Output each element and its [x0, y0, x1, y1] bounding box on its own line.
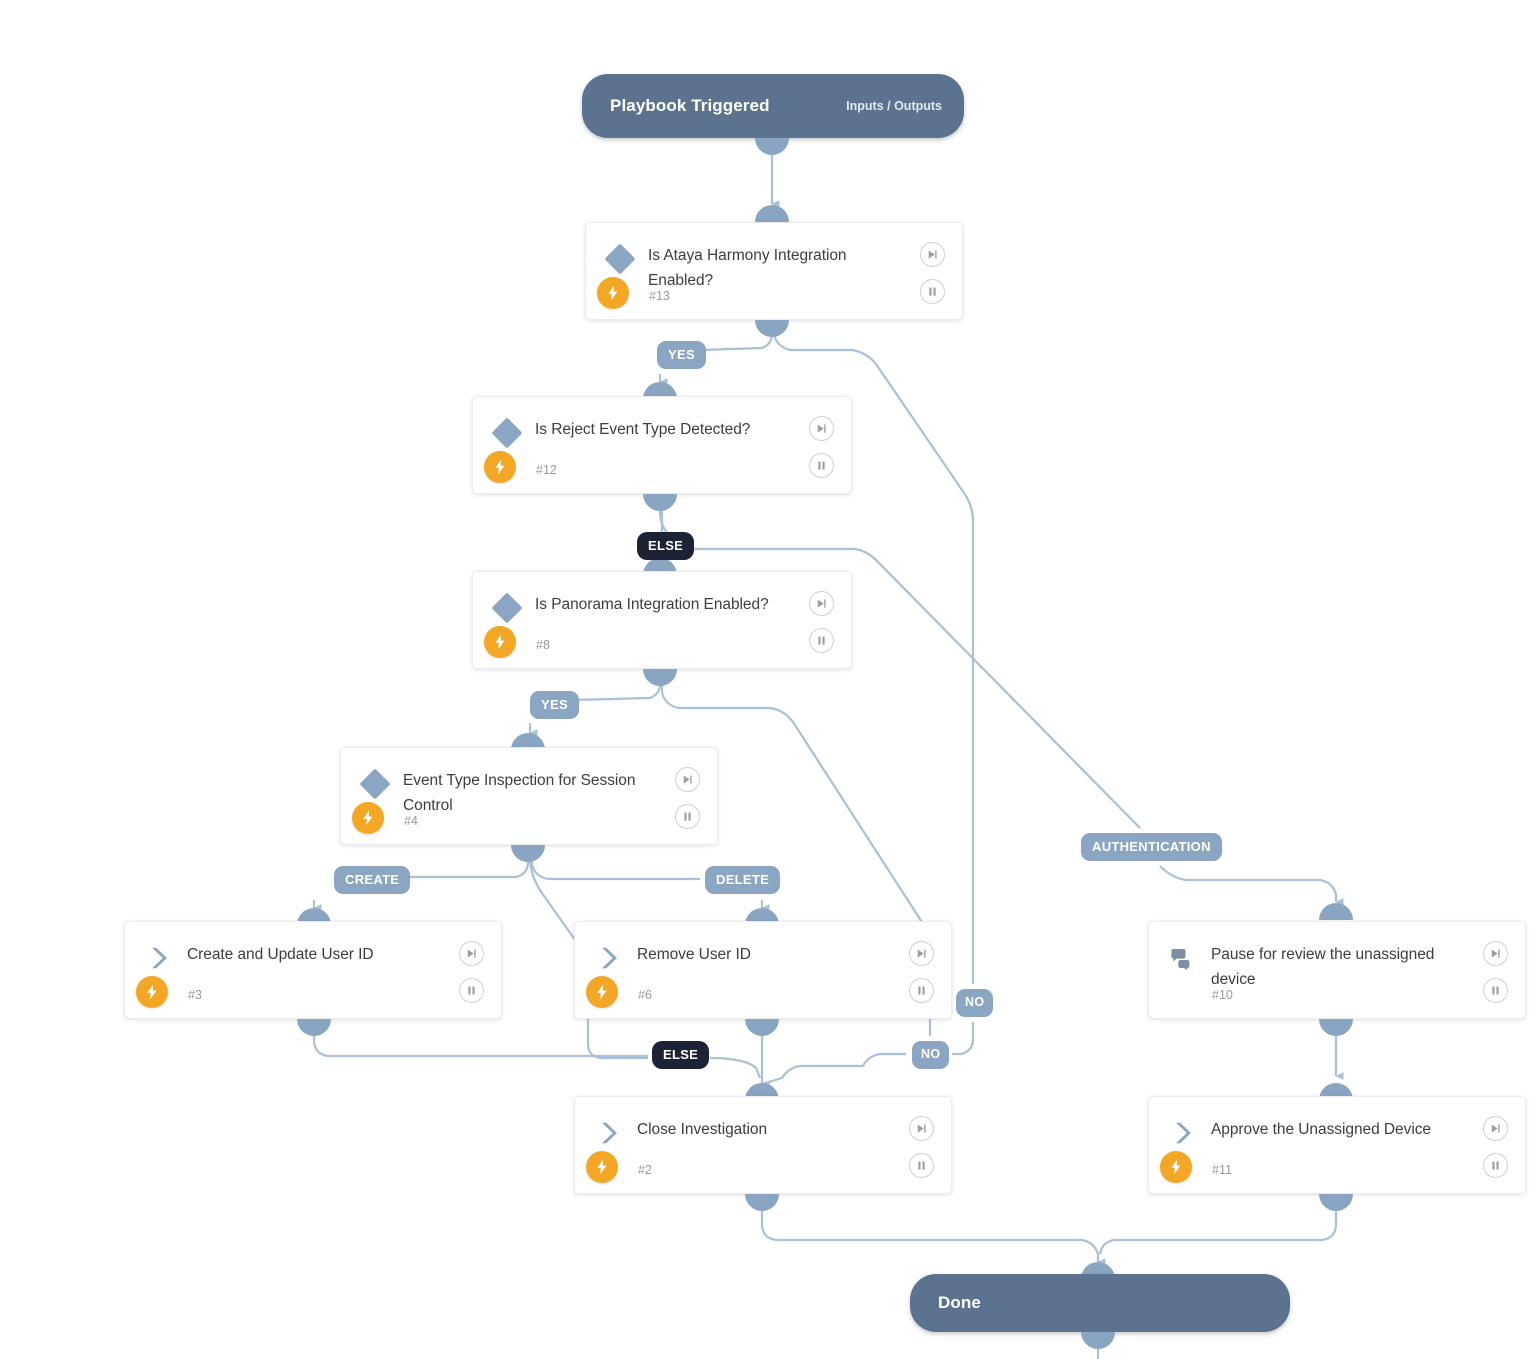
lightning-bolt-icon [586, 1151, 618, 1183]
edge-3-to-2 [312, 1022, 648, 1058]
pause-icon[interactable] [909, 978, 934, 1003]
node-card-6[interactable]: Remove User ID #6 [574, 921, 952, 1019]
node-title-2: Close Investigation [637, 1121, 768, 1138]
lightning-bolt-icon [136, 976, 168, 1008]
playbook-triggered-node[interactable]: Playbook Triggered Inputs / Outputs [582, 74, 964, 138]
pause-icon[interactable] [920, 279, 945, 304]
node-number-10: #10 [1212, 988, 1233, 1002]
pause-icon[interactable] [1483, 1153, 1508, 1178]
done-node[interactable]: Done [910, 1274, 1290, 1332]
branch-label-no-13[interactable]: NO [956, 989, 994, 1017]
start-node-title: Playbook Triggered [610, 96, 770, 115]
node-card-3[interactable]: Create and Update User ID #3 [124, 921, 502, 1019]
edge-8-no-tail [761, 1052, 906, 1086]
branch-label-yes-13[interactable]: YES [657, 341, 706, 369]
skip-forward-icon[interactable] [909, 941, 934, 966]
skip-forward-icon[interactable] [909, 1116, 934, 1141]
pause-icon[interactable] [459, 978, 484, 1003]
skip-forward-icon[interactable] [1483, 1116, 1508, 1141]
node-card-10[interactable]: Pause for review the unassigned device #… [1148, 921, 1526, 1019]
node-title-12: Is Reject Event Type Detected? [535, 421, 751, 438]
node-number-3: #3 [188, 988, 202, 1002]
skip-forward-icon[interactable] [1483, 941, 1508, 966]
node-title-11: Approve the Unassigned Device [1211, 1121, 1431, 1138]
node-card-2[interactable]: Close Investigation #2 [574, 1096, 952, 1194]
pause-icon[interactable] [809, 628, 834, 653]
node-title-4: Event Type Inspection for Session Contro… [403, 772, 636, 814]
node-card-11[interactable]: Approve the Unassigned Device #11 [1148, 1096, 1526, 1194]
skip-forward-icon[interactable] [675, 767, 700, 792]
branch-label-delete[interactable]: DELETE [705, 866, 781, 894]
node-number-8: #8 [536, 638, 550, 652]
chat-manual-icon [1169, 946, 1197, 974]
node-number-6: #6 [638, 988, 652, 1002]
node-number-12: #12 [536, 463, 557, 477]
skip-forward-icon[interactable] [809, 591, 834, 616]
diamond-condition-icon [604, 243, 636, 275]
edge-2-to-done [760, 1198, 1106, 1266]
node-number-4: #4 [404, 814, 418, 828]
node-title-3: Create and Update User ID [187, 946, 374, 963]
node-title-6: Remove User ID [637, 946, 751, 963]
branch-label-authentication[interactable]: AUTHENTICATION [1081, 833, 1222, 861]
diamond-condition-icon [491, 417, 523, 449]
lightning-bolt-icon [597, 277, 629, 309]
chevron-action-icon [1169, 1119, 1197, 1147]
chevron-action-icon [595, 944, 623, 972]
pause-icon[interactable] [909, 1153, 934, 1178]
skip-forward-icon[interactable] [809, 416, 834, 441]
lightning-bolt-icon [484, 451, 516, 483]
node-title-10: Pause for review the unassigned device [1211, 946, 1435, 988]
edge-auth-to-10 [1159, 865, 1344, 906]
edge-4-delete-a [530, 846, 700, 881]
pause-icon[interactable] [809, 453, 834, 478]
done-node-title: Done [938, 1293, 981, 1312]
branch-label-yes-8[interactable]: YES [530, 691, 579, 719]
lightning-bolt-icon [586, 976, 618, 1008]
lightning-bolt-icon [1160, 1151, 1192, 1183]
node-number-11: #11 [1212, 1163, 1232, 1177]
lightning-bolt-icon [484, 626, 516, 658]
branch-label-else-4[interactable]: ELSE [652, 1041, 710, 1069]
diamond-condition-icon [491, 592, 523, 624]
node-card-12[interactable]: Is Reject Event Type Detected? #12 [472, 396, 852, 494]
branch-label-no-8[interactable]: NO [912, 1041, 950, 1069]
branch-label-else-12[interactable]: ELSE [637, 532, 695, 560]
branch-label-create[interactable]: CREATE [334, 866, 411, 894]
edge-11-to-done [1098, 1198, 1338, 1255]
lightning-bolt-icon [352, 802, 384, 834]
skip-forward-icon[interactable] [459, 941, 484, 966]
node-number-13: #13 [649, 289, 670, 303]
edge-4-create-a [404, 846, 530, 879]
chevron-action-icon [145, 944, 173, 972]
diamond-condition-icon [359, 768, 391, 800]
inputs-outputs-link[interactable]: Inputs / Outputs [846, 99, 942, 113]
node-card-4[interactable]: Event Type Inspection for Session Contro… [340, 747, 718, 845]
node-card-8[interactable]: Is Panorama Integration Enabled? #8 [472, 571, 852, 669]
edge-4-else-b [709, 1056, 762, 1079]
node-title-13: Is Ataya Harmony Integration Enabled? [648, 247, 847, 289]
node-card-13[interactable]: Is Ataya Harmony Integration Enabled? #1… [585, 222, 963, 320]
pause-icon[interactable] [675, 804, 700, 829]
skip-forward-icon[interactable] [920, 242, 945, 267]
node-number-2: #2 [638, 1163, 652, 1177]
edge-13-no-tail [952, 1022, 975, 1056]
chevron-action-icon [595, 1119, 623, 1147]
playbook-canvas[interactable]: Playbook Triggered Inputs / Outputs Is A… [0, 0, 1536, 1359]
node-title-8: Is Panorama Integration Enabled? [535, 596, 769, 613]
pause-icon[interactable] [1483, 978, 1508, 1003]
